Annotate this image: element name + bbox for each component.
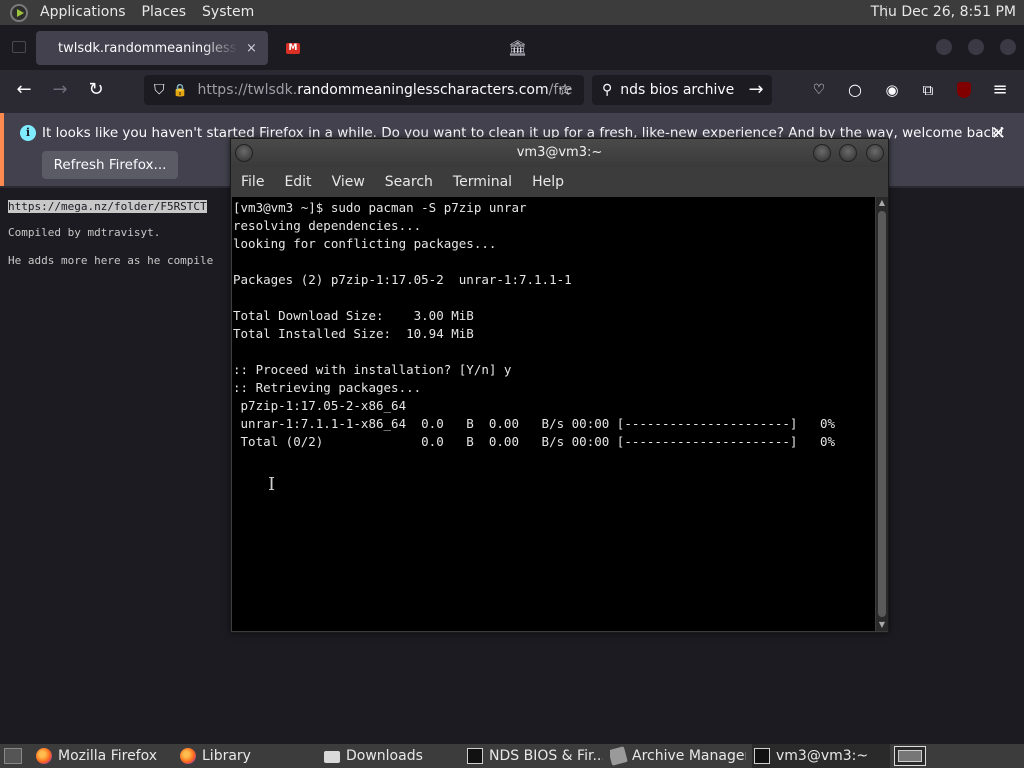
bookmark-star-icon[interactable]: ☆ xyxy=(553,78,577,102)
menu-edit[interactable]: Edit xyxy=(284,174,311,190)
firefox-icon xyxy=(180,748,196,764)
info-icon: i xyxy=(20,125,36,141)
text-cursor-icon: I xyxy=(268,474,276,495)
tab-title: twlsdk.randommeaninglesscha xyxy=(58,40,238,56)
tab-overview-icon[interactable] xyxy=(12,41,26,53)
url-domain: randommeaninglesscharacters.com xyxy=(297,82,549,98)
bottom-panel: Mozilla Firefox Library Downloads NDS BI… xyxy=(0,744,1024,768)
search-icon: ⚲ xyxy=(602,82,613,98)
hamburger-menu-icon[interactable]: ≡ xyxy=(988,78,1012,102)
terminal-window: vm3@vm3:~ File Edit View Search Terminal… xyxy=(230,138,889,633)
terminal-title: vm3@vm3:~ xyxy=(516,145,603,160)
lock-icon[interactable]: 🔒 xyxy=(173,83,188,97)
taskbar-label: Library xyxy=(202,748,251,764)
taskbar-item-terminal[interactable]: vm3@vm3:~ xyxy=(752,744,890,768)
workspace-1[interactable] xyxy=(898,750,922,762)
tab-archive[interactable]: 🏛 xyxy=(500,31,750,65)
taskbar-item-downloads[interactable]: Downloads xyxy=(324,744,460,768)
places-menu[interactable]: Places xyxy=(134,0,195,25)
terminal-scrollbar[interactable]: ▲ ▼ xyxy=(876,197,888,631)
terminal-menu-bar: File Edit View Search Terminal Help xyxy=(231,167,888,197)
account-icon[interactable]: ◉ xyxy=(880,78,904,102)
scroll-down-icon[interactable]: ▼ xyxy=(876,619,888,631)
terminal-output-area[interactable]: [vm3@vm3 ~]$ sudo pacman -S p7zip unrar … xyxy=(232,197,875,631)
close-window-button[interactable] xyxy=(1000,39,1016,55)
archive-org-icon: 🏛 xyxy=(508,39,528,57)
folder-icon xyxy=(324,751,340,763)
taskbar-label: Archive Manager xyxy=(632,748,746,764)
taskbar-label: Mozilla Firefox xyxy=(58,748,158,764)
workspace-switcher[interactable] xyxy=(894,746,926,766)
menu-help[interactable]: Help xyxy=(532,174,564,190)
firefox-nav-bar: ← → ↻ ⛉ 🔒 https://twlsdk. randommeaningle… xyxy=(0,70,1024,110)
extensions-puzzle-icon[interactable]: ⧉ xyxy=(916,78,940,102)
taskbar-item-archive-manager[interactable]: Archive Manager xyxy=(610,744,746,768)
applications-menu[interactable]: Applications xyxy=(32,0,134,25)
gmail-icon: M xyxy=(286,42,300,54)
scrollbar-thumb[interactable] xyxy=(878,211,886,617)
extension-circle-icon[interactable]: ○ xyxy=(843,78,867,102)
archive-icon xyxy=(610,746,628,766)
system-menu[interactable]: System xyxy=(194,0,262,25)
page-text-compiled: Compiled by mdtravisyt. xyxy=(8,226,161,239)
terminal-title-bar[interactable]: vm3@vm3:~ xyxy=(231,139,888,167)
tab-twlsdk[interactable]: twlsdk.randommeaninglesscha × xyxy=(36,31,268,65)
top-panel: Applications Places System Thu Dec 26, 8… xyxy=(0,0,1024,25)
page-text-adds: He adds more here as he compile xyxy=(8,254,214,267)
terminal-minimize-button[interactable] xyxy=(813,144,831,162)
terminal-close-button[interactable] xyxy=(866,144,884,162)
firefox-tab-bar: twlsdk.randommeaninglesscha × M 🏛 xyxy=(0,25,1024,70)
forward-icon[interactable]: → xyxy=(48,78,72,102)
taskbar-label: NDS BIOS & Fir... xyxy=(489,748,603,764)
taskbar-item-library[interactable]: Library xyxy=(180,744,316,768)
back-icon[interactable]: ← xyxy=(12,78,36,102)
search-go-icon[interactable]: → xyxy=(744,78,768,102)
taskbar-item-firefox[interactable]: Mozilla Firefox xyxy=(36,744,172,768)
menu-view[interactable]: View xyxy=(332,174,365,190)
firefox-icon xyxy=(36,748,52,764)
terminal-icon xyxy=(467,748,483,764)
url-scheme: https://twlsdk. xyxy=(197,82,298,98)
taskbar-label: Downloads xyxy=(346,748,423,764)
minimize-button[interactable] xyxy=(936,39,952,55)
terminal-output: [vm3@vm3 ~]$ sudo pacman -S p7zip unrar … xyxy=(233,200,836,449)
taskbar-item-nds-bios[interactable]: NDS BIOS & Fir... xyxy=(467,744,603,768)
menu-terminal[interactable]: Terminal xyxy=(453,174,512,190)
show-desktop-icon[interactable] xyxy=(4,748,22,764)
ublock-icon[interactable] xyxy=(952,78,976,102)
terminal-icon xyxy=(754,748,770,764)
menu-file[interactable]: File xyxy=(241,174,264,190)
tab-close-icon[interactable]: × xyxy=(246,41,257,56)
scroll-up-icon[interactable]: ▲ xyxy=(876,197,888,209)
reload-icon[interactable]: ↻ xyxy=(84,78,108,102)
shield-icon[interactable]: ⛉ xyxy=(154,82,165,98)
pocket-icon[interactable]: ♡ xyxy=(807,78,831,102)
url-bar[interactable]: ⛉ 🔒 https://twlsdk. randommeaninglesschar… xyxy=(144,75,584,105)
maximize-button[interactable] xyxy=(968,39,984,55)
taskbar-label: vm3@vm3:~ xyxy=(776,748,869,764)
notification-close-icon[interactable]: ✕ xyxy=(991,123,1006,144)
mega-link[interactable]: https://mega.nz/folder/F5RSTCT xyxy=(8,200,207,213)
clock[interactable]: Thu Dec 26, 8:51 PM xyxy=(871,0,1016,25)
tab-gmail[interactable]: M xyxy=(278,31,488,65)
refresh-firefox-button[interactable]: Refresh Firefox... xyxy=(42,151,178,179)
search-input[interactable]: nds bios archive xyxy=(620,82,734,98)
distro-logo-icon[interactable] xyxy=(10,3,28,22)
menu-search[interactable]: Search xyxy=(385,174,433,190)
window-menu-button[interactable] xyxy=(235,144,253,162)
terminal-maximize-button[interactable] xyxy=(839,144,857,162)
